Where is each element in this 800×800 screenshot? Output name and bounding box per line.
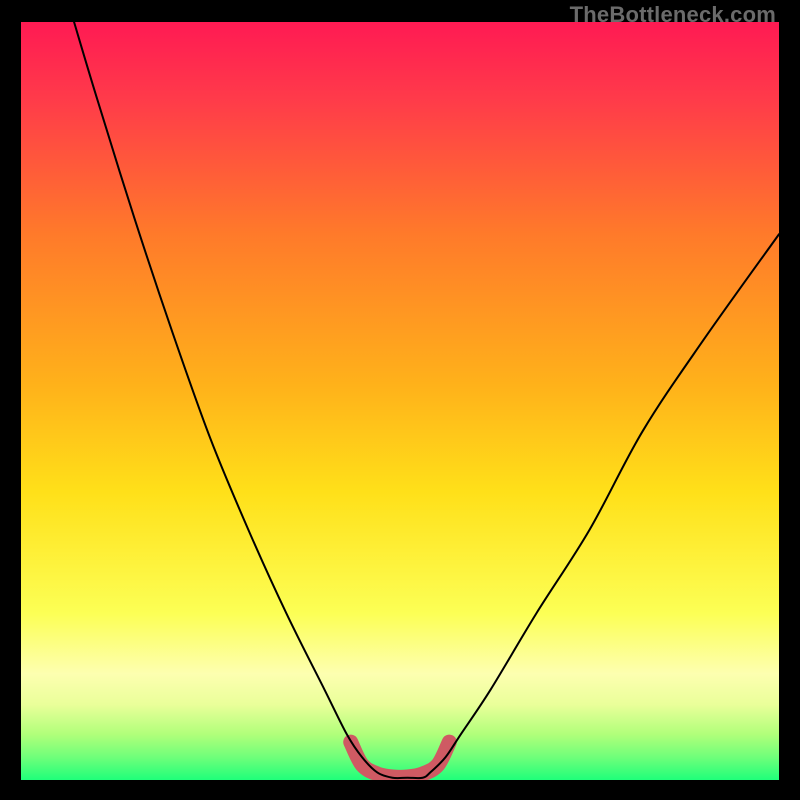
watermark-text: TheBottleneck.com: [570, 2, 776, 28]
chart-frame: TheBottleneck.com: [0, 0, 800, 800]
bottleneck-chart: [21, 22, 779, 780]
gradient-background: [21, 22, 779, 780]
